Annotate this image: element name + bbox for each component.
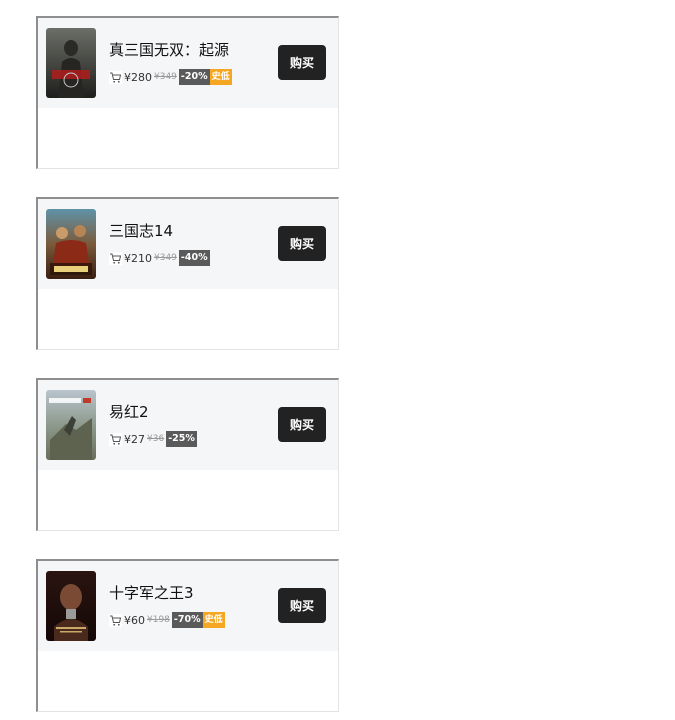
discount-badge: -20% — [178, 69, 210, 85]
game-card: 十字军之王3 ¥60 ¥198 -70% 史低 购买 — [36, 559, 339, 712]
historic-low-badge: 史低 — [209, 69, 232, 85]
game-card-header: 十字军之王3 ¥60 ¥198 -70% 史低 购买 — [38, 561, 338, 651]
romance-three-kingdoms-cover-icon[interactable] — [46, 209, 96, 279]
game-card: 易红2 ¥27 ¥36 -25% 购买 — [36, 378, 339, 531]
game-card-header: 三国志14 ¥210 ¥349 -40% 购买 — [38, 199, 338, 289]
game-card: 三国志14 ¥210 ¥349 -40% 购买 — [36, 197, 339, 350]
game-card-header: 真三国无双：起源 ¥280 ¥349 -20% 史低 购买 — [38, 18, 338, 108]
buy-button[interactable]: 购买 — [278, 407, 326, 442]
cart-icon — [109, 432, 122, 446]
original-price: ¥198 — [147, 615, 170, 625]
dynasty-warriors-cover-icon[interactable] — [46, 28, 96, 98]
game-title: 真三国无双：起源 — [109, 41, 230, 59]
price-row: ¥210 ¥349 -40% — [109, 250, 210, 266]
game-title: 十字军之王3 — [109, 584, 194, 602]
buy-button[interactable]: 购买 — [278, 45, 326, 80]
current-price: ¥60 — [124, 613, 145, 627]
current-price: ¥27 — [124, 432, 145, 446]
discount-badge: -70% — [171, 612, 203, 628]
game-card-header: 易红2 ¥27 ¥36 -25% 购买 — [38, 380, 338, 470]
cart-icon — [109, 251, 122, 265]
original-price: ¥36 — [147, 434, 165, 444]
original-price: ¥349 — [154, 253, 177, 263]
original-price: ¥349 — [154, 72, 177, 82]
cart-icon — [109, 613, 122, 627]
discount-badge: -40% — [178, 250, 210, 266]
price-row: ¥280 ¥349 -20% 史低 — [109, 69, 232, 85]
buy-button[interactable]: 购买 — [278, 588, 326, 623]
easy-red-cover-icon[interactable] — [46, 390, 96, 460]
game-title: 易红2 — [109, 403, 149, 421]
buy-button[interactable]: 购买 — [278, 226, 326, 261]
game-title: 三国志14 — [109, 222, 174, 240]
cart-icon — [109, 70, 122, 84]
current-price: ¥210 — [124, 251, 152, 265]
current-price: ¥280 — [124, 70, 152, 84]
historic-low-badge: 史低 — [202, 612, 225, 628]
price-row: ¥27 ¥36 -25% — [109, 431, 197, 447]
discount-badge: -25% — [166, 431, 197, 447]
game-card: 真三国无双：起源 ¥280 ¥349 -20% 史低 购买 — [36, 16, 339, 169]
crusader-kings-cover-icon[interactable] — [46, 571, 96, 641]
price-row: ¥60 ¥198 -70% 史低 — [109, 612, 225, 628]
